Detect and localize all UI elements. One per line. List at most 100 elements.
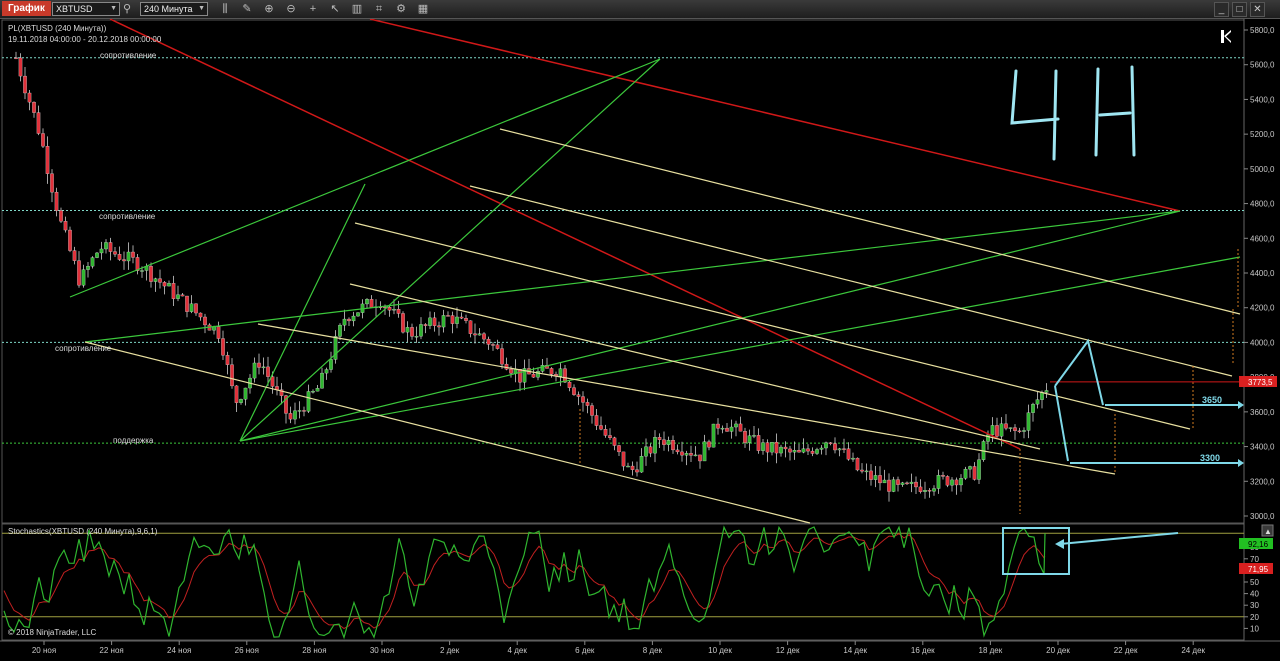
- candle-body: [842, 448, 846, 450]
- candle-body: [833, 443, 837, 451]
- price-tick-label: 4000,0: [1250, 338, 1275, 347]
- candle-body: [824, 442, 828, 449]
- candle-body: [432, 317, 437, 326]
- candle-body: [954, 479, 959, 486]
- candle-body: [783, 446, 788, 450]
- candle-body: [450, 315, 455, 324]
- candle-body: [747, 435, 752, 443]
- time-tick-label: 18 дек: [979, 646, 1003, 655]
- candle-body: [387, 307, 392, 311]
- candle-body: [113, 251, 117, 255]
- candle-body: [171, 283, 176, 299]
- price-tick-label: 3000,0: [1250, 512, 1275, 521]
- panel-scroll-button[interactable]: ▲: [1261, 524, 1274, 537]
- candle-body: [194, 303, 198, 314]
- crosshair-icon[interactable]: +: [306, 2, 320, 16]
- candle-body: [180, 294, 185, 297]
- candle-body: [1022, 430, 1026, 432]
- candle-body: [293, 410, 297, 420]
- search-icon[interactable]: ⚲: [120, 2, 134, 16]
- price-panel-range: 19.11.2018 04:00:00 - 20.12.2018 00:00:0…: [8, 35, 162, 44]
- chevron-down-icon: ▼: [110, 5, 117, 12]
- candle-body: [671, 440, 675, 451]
- stoch-panel[interactable]: [1, 523, 1245, 641]
- candle-body: [1026, 412, 1031, 431]
- strategy-icon[interactable]: ⌗: [372, 2, 386, 16]
- candle-body: [626, 465, 630, 468]
- candle-body: [666, 440, 671, 445]
- candle-body: [486, 338, 491, 345]
- candle-body: [50, 173, 54, 193]
- candle-body: [302, 410, 306, 412]
- maximize-icon[interactable]: □: [1232, 2, 1247, 17]
- candle-body: [797, 449, 801, 453]
- candle-body: [743, 431, 747, 443]
- candle-body: [536, 371, 540, 378]
- candle-body: [419, 324, 423, 337]
- chart-toolbar: График XBTUSD ▼ ⚲ 240 Минута ▼ ⫼ ✎ ⊕ ⊖ +…: [0, 0, 1280, 19]
- properties-icon[interactable]: ⚙: [394, 2, 408, 16]
- candle-body: [27, 92, 32, 103]
- pointer-icon[interactable]: ↖: [328, 2, 342, 16]
- candle-body: [752, 435, 756, 437]
- candle-body: [401, 313, 405, 333]
- candle-body: [594, 415, 599, 426]
- candle-body: [725, 427, 729, 432]
- zoom-out-icon[interactable]: ⊖: [284, 2, 298, 16]
- candle-body: [108, 242, 113, 252]
- price-panel[interactable]: [1, 19, 1245, 524]
- candle-body: [905, 482, 909, 485]
- candle-body: [167, 283, 171, 287]
- time-tick-label: 12 дек: [776, 646, 800, 655]
- candle-body: [23, 75, 27, 94]
- candle-body: [81, 269, 86, 286]
- bars-icon[interactable]: ⫼: [218, 2, 232, 16]
- pencil-icon[interactable]: ✎: [240, 2, 254, 16]
- candle-body: [1044, 390, 1049, 393]
- candle-body: [675, 449, 680, 453]
- candle-body: [333, 336, 338, 360]
- candle-body: [369, 299, 374, 308]
- candle-body: [1031, 403, 1035, 413]
- candle-body: [351, 315, 356, 322]
- price-panel-header: PL(XBTUSD (240 Минута)): [8, 24, 107, 33]
- stoch-d-value: 71,95: [1248, 565, 1269, 574]
- resistance-label-top: сопротивление: [100, 51, 157, 60]
- zoom-in-icon[interactable]: ⊕: [262, 2, 276, 16]
- indicators-icon[interactable]: ▥: [350, 2, 364, 16]
- candle-body: [734, 423, 738, 428]
- time-tick-label: 28 ноя: [302, 646, 326, 655]
- candle-body: [437, 325, 441, 328]
- candle-body: [927, 490, 932, 492]
- candle-body: [482, 333, 486, 340]
- stoch-panel-header: Stochastics(XBTUSD (240 Минута),9,6,1): [8, 527, 158, 536]
- close-icon[interactable]: ✕: [1250, 2, 1265, 17]
- candle-body: [738, 423, 743, 432]
- candle-body: [788, 448, 792, 453]
- candle-body: [711, 423, 716, 448]
- support-label: поддержка: [113, 436, 154, 445]
- candle-body: [225, 355, 230, 365]
- candle-body: [756, 435, 761, 451]
- instrument-select[interactable]: XBTUSD ▼: [52, 2, 120, 16]
- candle-body: [851, 457, 855, 460]
- candle-body: [68, 229, 72, 251]
- candle-body: [261, 366, 266, 369]
- candle-body: [1008, 427, 1013, 429]
- layout-icon[interactable]: ▦: [416, 2, 430, 16]
- candle-body: [297, 410, 302, 412]
- candle-body: [491, 344, 495, 346]
- stoch-tick-label: 70: [1250, 555, 1259, 564]
- candle-body: [653, 437, 657, 454]
- chart-canvas[interactable]: PL(XBTUSD (240 Минута)) 19.11.2018 04:00…: [0, 19, 1280, 661]
- minimize-icon[interactable]: _: [1214, 2, 1229, 17]
- candle-body: [630, 465, 635, 470]
- candle-body: [149, 266, 153, 282]
- resistance-label-low: сопротивление: [55, 344, 112, 353]
- candle-body: [774, 441, 779, 454]
- candle-body: [999, 423, 1004, 437]
- candle-body: [495, 344, 500, 349]
- timeframe-select[interactable]: 240 Минута ▼: [140, 2, 208, 16]
- candle-body: [203, 316, 207, 326]
- chart-tab-title[interactable]: График: [2, 1, 51, 16]
